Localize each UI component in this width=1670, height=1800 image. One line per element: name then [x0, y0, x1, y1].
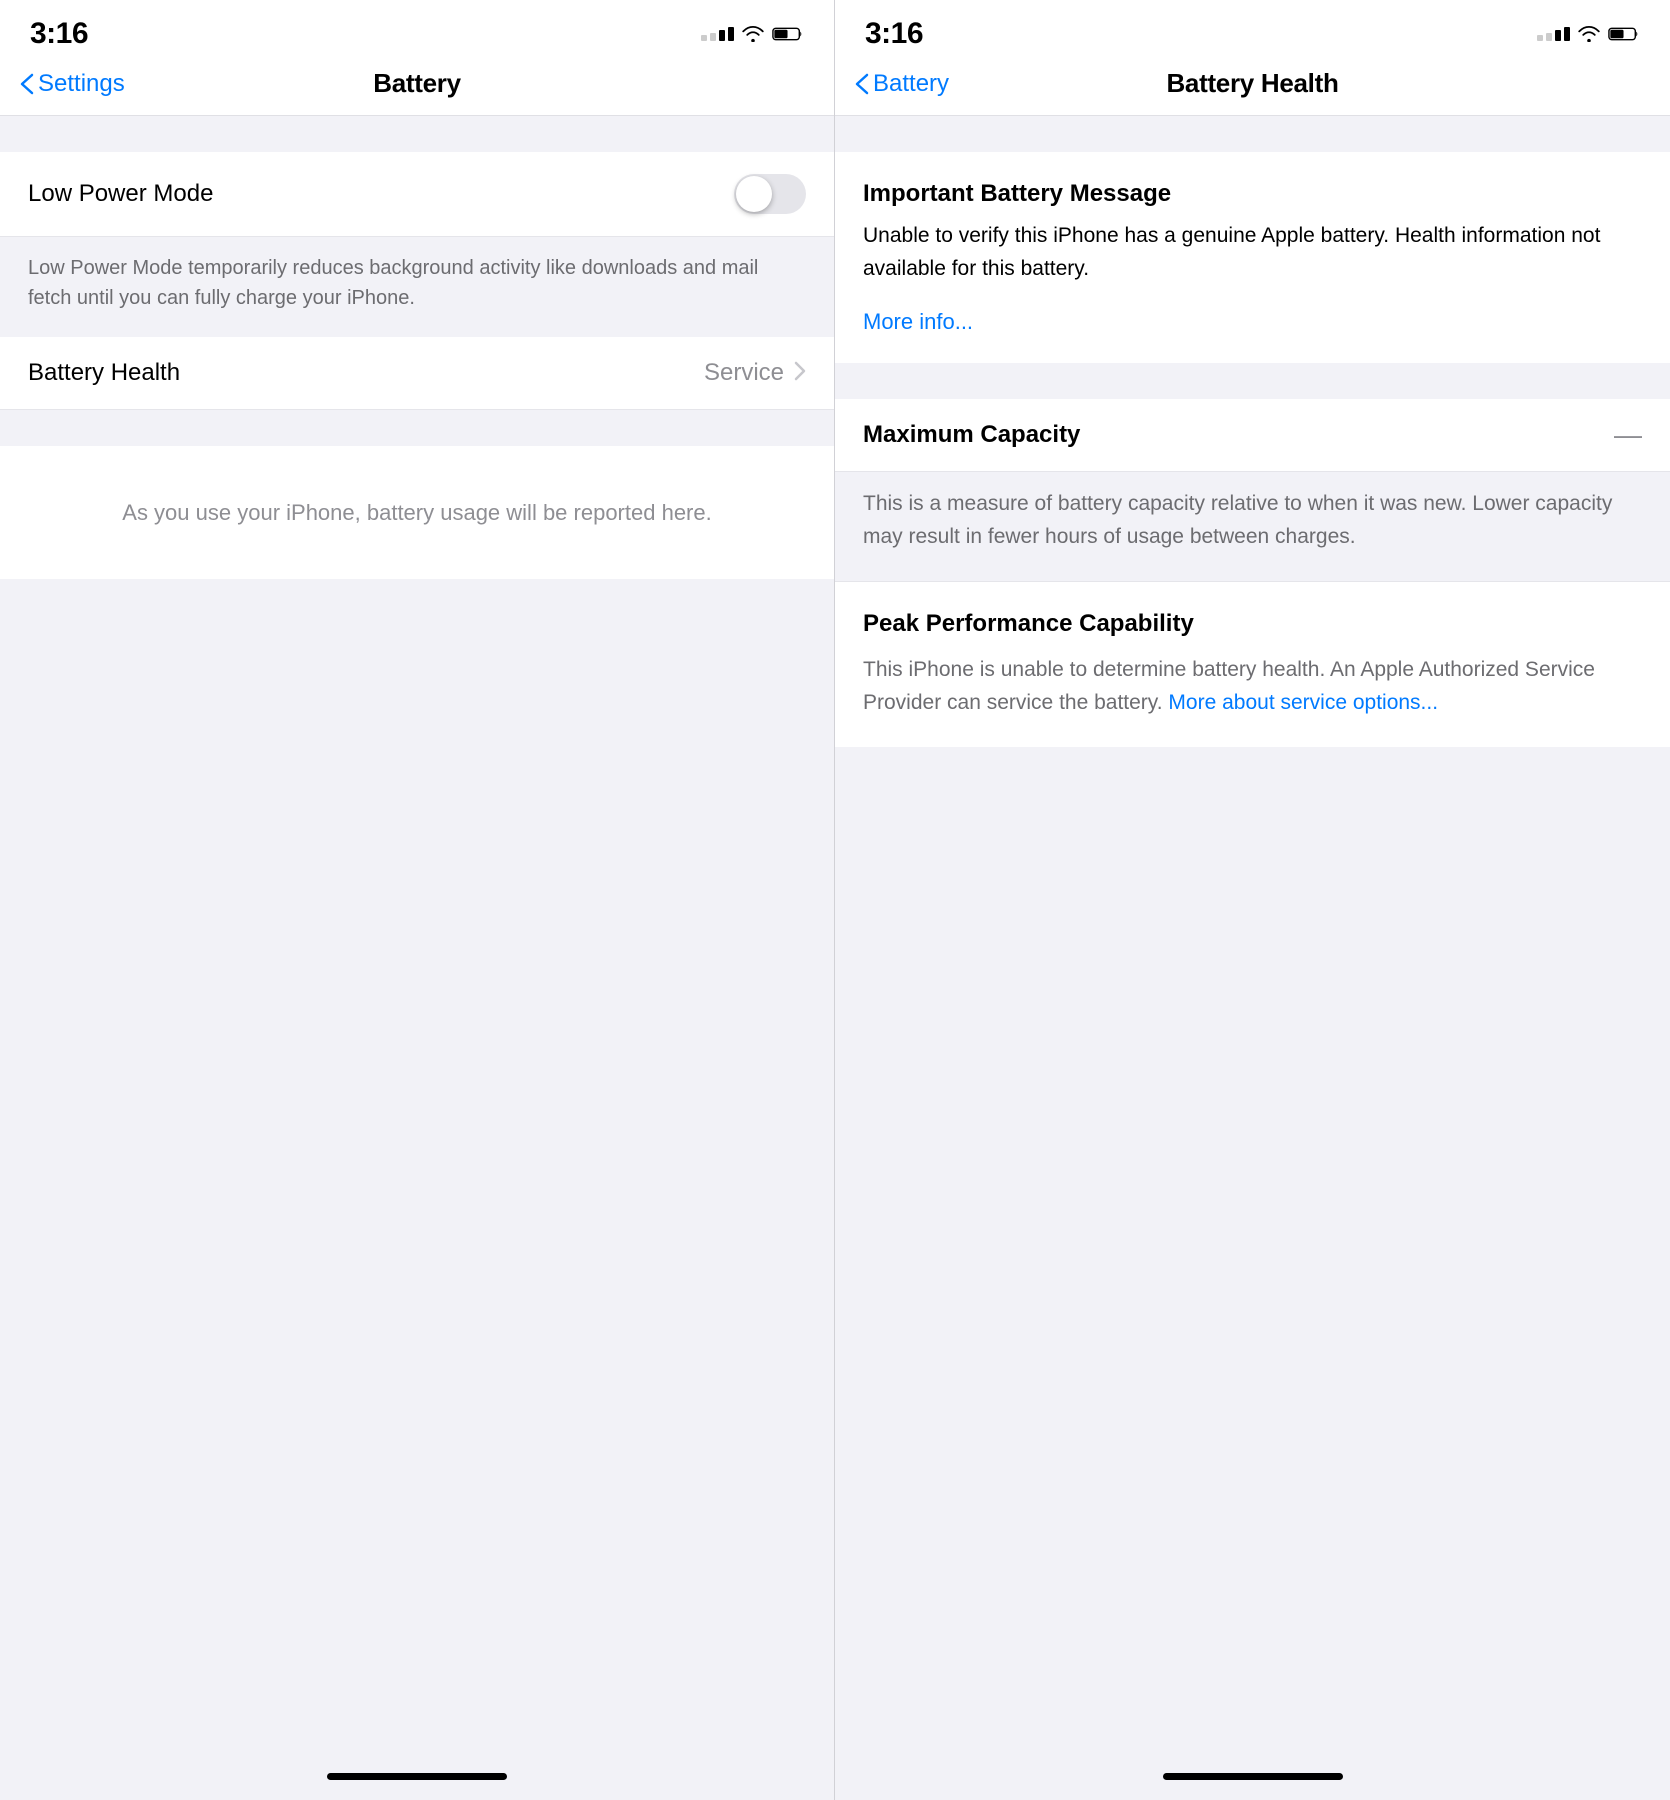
back-label-left: Settings	[38, 70, 125, 98]
peak-performance-title: Peak Performance Capability	[863, 610, 1642, 638]
section-spacer-right-1	[835, 116, 1670, 152]
important-message-section: Important Battery Message Unable to veri…	[835, 152, 1670, 309]
page-title-left: Battery	[373, 68, 461, 99]
wifi-icon-left	[742, 26, 764, 42]
maximum-capacity-row: Maximum Capacity —	[835, 399, 1670, 472]
maximum-capacity-description: This is a measure of battery capacity re…	[835, 472, 1670, 581]
back-button-right[interactable]: Battery	[855, 70, 949, 98]
section-spacer-1	[0, 116, 834, 152]
low-power-mode-row: Low Power Mode	[0, 152, 834, 237]
left-panel: 3:16	[0, 0, 835, 1800]
section-divider-right-1	[835, 363, 1670, 399]
nav-bar-right: Battery Battery Health	[835, 60, 1670, 116]
service-options-link[interactable]: More about service options...	[1168, 691, 1438, 714]
maximum-capacity-dash: —	[1614, 421, 1642, 449]
low-power-mode-label: Low Power Mode	[28, 180, 213, 208]
more-info-link[interactable]: More info...	[863, 309, 973, 335]
battery-health-right: Service	[704, 359, 806, 387]
signal-icon-left	[701, 27, 734, 41]
low-power-mode-section: Low Power Mode	[0, 152, 834, 237]
low-power-mode-description: Low Power Mode temporarily reduces backg…	[0, 237, 834, 337]
peak-performance-description: This iPhone is unable to determine batte…	[835, 638, 1670, 747]
right-panel: 3:16	[835, 0, 1670, 1800]
home-bar-right	[1163, 1773, 1343, 1780]
battery-health-value: Service	[704, 359, 784, 387]
chevron-right-icon	[794, 361, 806, 386]
maximum-capacity-title: Maximum Capacity	[863, 421, 1080, 449]
page-title-right: Battery Health	[1166, 68, 1338, 99]
home-indicator-right	[835, 1753, 1670, 1800]
important-message-description: Unable to verify this iPhone has a genui…	[863, 220, 1642, 285]
battery-icon-right	[1608, 26, 1640, 42]
empty-state-text: As you use your iPhone, battery usage wi…	[28, 496, 806, 529]
battery-health-row[interactable]: Battery Health Service	[0, 337, 834, 410]
status-time-left: 3:16	[30, 17, 88, 51]
signal-icon-right	[1537, 27, 1570, 41]
back-button-left[interactable]: Settings	[20, 70, 125, 98]
battery-health-section-left: Battery Health Service	[0, 337, 834, 410]
status-icons-right	[1537, 26, 1640, 42]
status-bar-left: 3:16	[0, 0, 834, 60]
home-bar-left	[327, 1773, 507, 1780]
battery-health-label: Battery Health	[28, 359, 180, 387]
status-bar-right: 3:16	[835, 0, 1670, 60]
battery-icon-left	[772, 26, 804, 42]
nav-bar-left: Settings Battery	[0, 60, 834, 116]
back-label-right: Battery	[873, 70, 949, 98]
status-time-right: 3:16	[865, 17, 923, 51]
peak-performance-section: Peak Performance Capability	[835, 581, 1670, 638]
status-icons-left	[701, 26, 804, 42]
important-message-title: Important Battery Message	[863, 180, 1642, 208]
wifi-icon-right	[1578, 26, 1600, 42]
more-info-container: More info...	[835, 309, 1670, 363]
home-indicator-left	[0, 1753, 834, 1800]
section-spacer-2	[0, 410, 834, 446]
low-power-mode-toggle[interactable]	[734, 174, 806, 214]
empty-state: As you use your iPhone, battery usage wi…	[0, 446, 834, 579]
